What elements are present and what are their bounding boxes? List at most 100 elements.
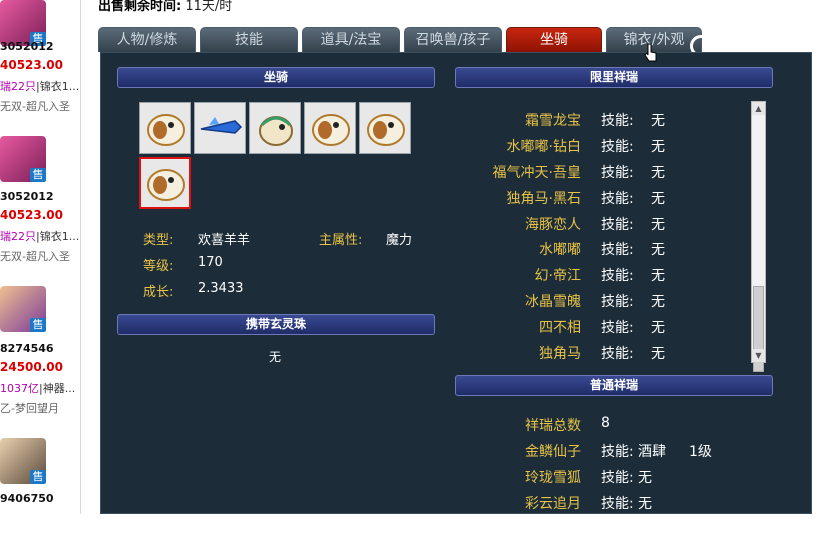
limited-item-value: 无 [651, 113, 665, 129]
info-text-2: 锦衣1... [39, 80, 80, 93]
normal-total-value: 8 [601, 415, 610, 431]
listing-price: 40523.00 [0, 208, 64, 222]
hand-cursor-icon [644, 43, 657, 62]
normal-item-level: 1级 [689, 444, 712, 460]
normal-item-value: 无 [638, 496, 652, 512]
limited-item-name: 福气冲天·吾皇 [492, 165, 581, 181]
info-text-2: 锦衣1... [39, 230, 80, 243]
sell-badge: 售 [30, 168, 46, 182]
limited-item-skill-label: 技能: [601, 268, 634, 284]
info-text-2: 神器... [42, 382, 76, 395]
listing-card[interactable]: 售 3052012 40523.00 瑞22只|锦衣1... 无双-超凡入圣 [0, 136, 80, 263]
mount-section-header: 坐骑 [117, 67, 435, 88]
listing-id: 8274546 [0, 342, 54, 355]
sheep-mount-icon [147, 169, 185, 201]
listing-card[interactable]: 售 8274546 24500.00 1037亿|神器... 乙-梦回望月 [0, 286, 80, 415]
listing-server: 无双-超凡入圣 [0, 250, 70, 263]
mount-slot-6-selected[interactable] [139, 157, 191, 209]
limited-item-name: 独角马 [539, 346, 581, 362]
normal-section-header: 普通祥瑞 [455, 375, 773, 396]
sheep-mount-icon [312, 114, 350, 146]
limited-item-value: 无 [651, 346, 665, 362]
tab-mount[interactable]: 坐骑 [506, 27, 602, 52]
listing-column: 售 3052012 40523.00 瑞22只|锦衣1... 无双-超凡入圣 售… [0, 0, 80, 514]
normal-item-name: 玲珑雪狐 [525, 470, 581, 486]
listing-price: 40523.00 [0, 58, 64, 72]
sheep-mount-icon [367, 114, 405, 146]
mount-slot-4[interactable] [304, 102, 356, 154]
listing-info[interactable]: 瑞22只|锦衣1... [0, 78, 79, 94]
limited-item-value: 无 [651, 165, 665, 181]
limited-item-value: 无 [651, 294, 665, 310]
normal-total-label: 祥瑞总数 [525, 418, 581, 434]
limited-list-scrollbar[interactable]: ▲ ▼ [751, 101, 766, 372]
sheep-mount-icon [147, 114, 185, 146]
listing-id: 3052012 [0, 40, 54, 53]
tab-pets[interactable]: 召唤兽/孩子 [404, 27, 502, 52]
limited-item-skill-label: 技能: [601, 320, 634, 336]
tab-character[interactable]: 人物/修炼 [98, 27, 196, 52]
sell-badge: 售 [30, 318, 46, 332]
limited-item-skill-label: 技能: [601, 294, 634, 310]
limited-item-value: 无 [651, 217, 665, 233]
limited-item-name: 冰晶雪魄 [525, 294, 581, 310]
tab-items[interactable]: 道具/法宝 [302, 27, 400, 52]
limited-item-name: 水嘟嘟·钻白 [506, 139, 581, 155]
limited-item-skill-label: 技能: [601, 242, 634, 258]
mount-slot-1[interactable] [139, 102, 191, 154]
listing-card[interactable]: 售 9406750 [0, 438, 80, 558]
limited-item-value: 无 [651, 268, 665, 284]
tab-skills[interactable]: 技能 [200, 27, 298, 52]
scroll-down-icon[interactable]: ▼ [752, 349, 765, 362]
limited-item-name: 幻·帝江 [534, 268, 581, 284]
normal-item-name: 金鳞仙子 [525, 444, 581, 460]
limited-item-value: 无 [651, 139, 665, 155]
limited-item-name: 四不相 [539, 320, 581, 336]
horse-mount-icon [259, 116, 293, 146]
mount-panel: 坐骑 类型: 欢喜羊羊 主属性: 魔力 等级: 170 成长: 2.3433 携… [100, 52, 812, 514]
listing-info[interactable]: 1037亿|神器... [0, 380, 75, 396]
level-value: 170 [198, 255, 223, 270]
main-attr-label: 主属性: [319, 233, 363, 248]
info-text: 1037亿 [0, 382, 39, 395]
orb-value: 无 [269, 350, 282, 364]
sell-badge: 售 [30, 470, 46, 484]
listing-id: 3052012 [0, 190, 54, 203]
scroll-up-icon[interactable]: ▲ [752, 102, 765, 115]
type-value: 欢喜羊羊 [198, 233, 251, 248]
limited-item-name: 独角马·黑石 [506, 191, 581, 207]
listing-card[interactable]: 售 3052012 40523.00 瑞22只|锦衣1... 无双-超凡入圣 [0, 0, 80, 120]
limited-item-name: 霜雪龙宝 [525, 113, 581, 129]
mount-slot-5[interactable] [359, 102, 411, 154]
growth-value: 2.3433 [198, 281, 244, 296]
mount-slot-2[interactable] [194, 102, 246, 154]
listing-info[interactable]: 瑞22只|锦衣1... [0, 228, 79, 244]
info-text: 瑞22只 [0, 230, 36, 243]
limited-item-value: 无 [651, 320, 665, 336]
normal-item-skill-label: 技能: [601, 444, 634, 460]
limited-section-header: 限里祥瑞 [455, 67, 773, 88]
limited-item-name: 水嘟嘟 [539, 242, 581, 258]
remaining-label: 出售剩余时间: [98, 0, 182, 14]
limited-item-skill-label: 技能: [601, 191, 634, 207]
normal-item-skill-label: 技能: [601, 470, 634, 486]
info-text: 瑞22只 [0, 80, 36, 93]
remaining-value: 11天/时 [185, 0, 233, 14]
listing-id: 9406750 [0, 492, 54, 505]
limited-item-skill-label: 技能: [601, 113, 634, 129]
level-label: 等级: [143, 259, 174, 274]
mount-slot-3[interactable] [249, 102, 301, 154]
blue-mount-icon [200, 117, 243, 134]
limited-item-skill-label: 技能: [601, 165, 634, 181]
normal-item-name: 彩云追月 [525, 496, 581, 512]
orb-section-header: 携带玄灵珠 [117, 314, 435, 335]
column-divider [80, 0, 81, 514]
limited-item-value: 无 [651, 191, 665, 207]
growth-label: 成长: [143, 285, 174, 300]
normal-item-value: 酒肆 [638, 444, 666, 460]
limited-item-skill-label: 技能: [601, 217, 634, 233]
main-attr-value: 魔力 [386, 233, 413, 248]
listing-price: 24500.00 [0, 360, 64, 374]
remaining-time: 出售剩余时间: 11天/时 [98, 0, 232, 16]
limited-item-skill-label: 技能: [601, 139, 634, 155]
